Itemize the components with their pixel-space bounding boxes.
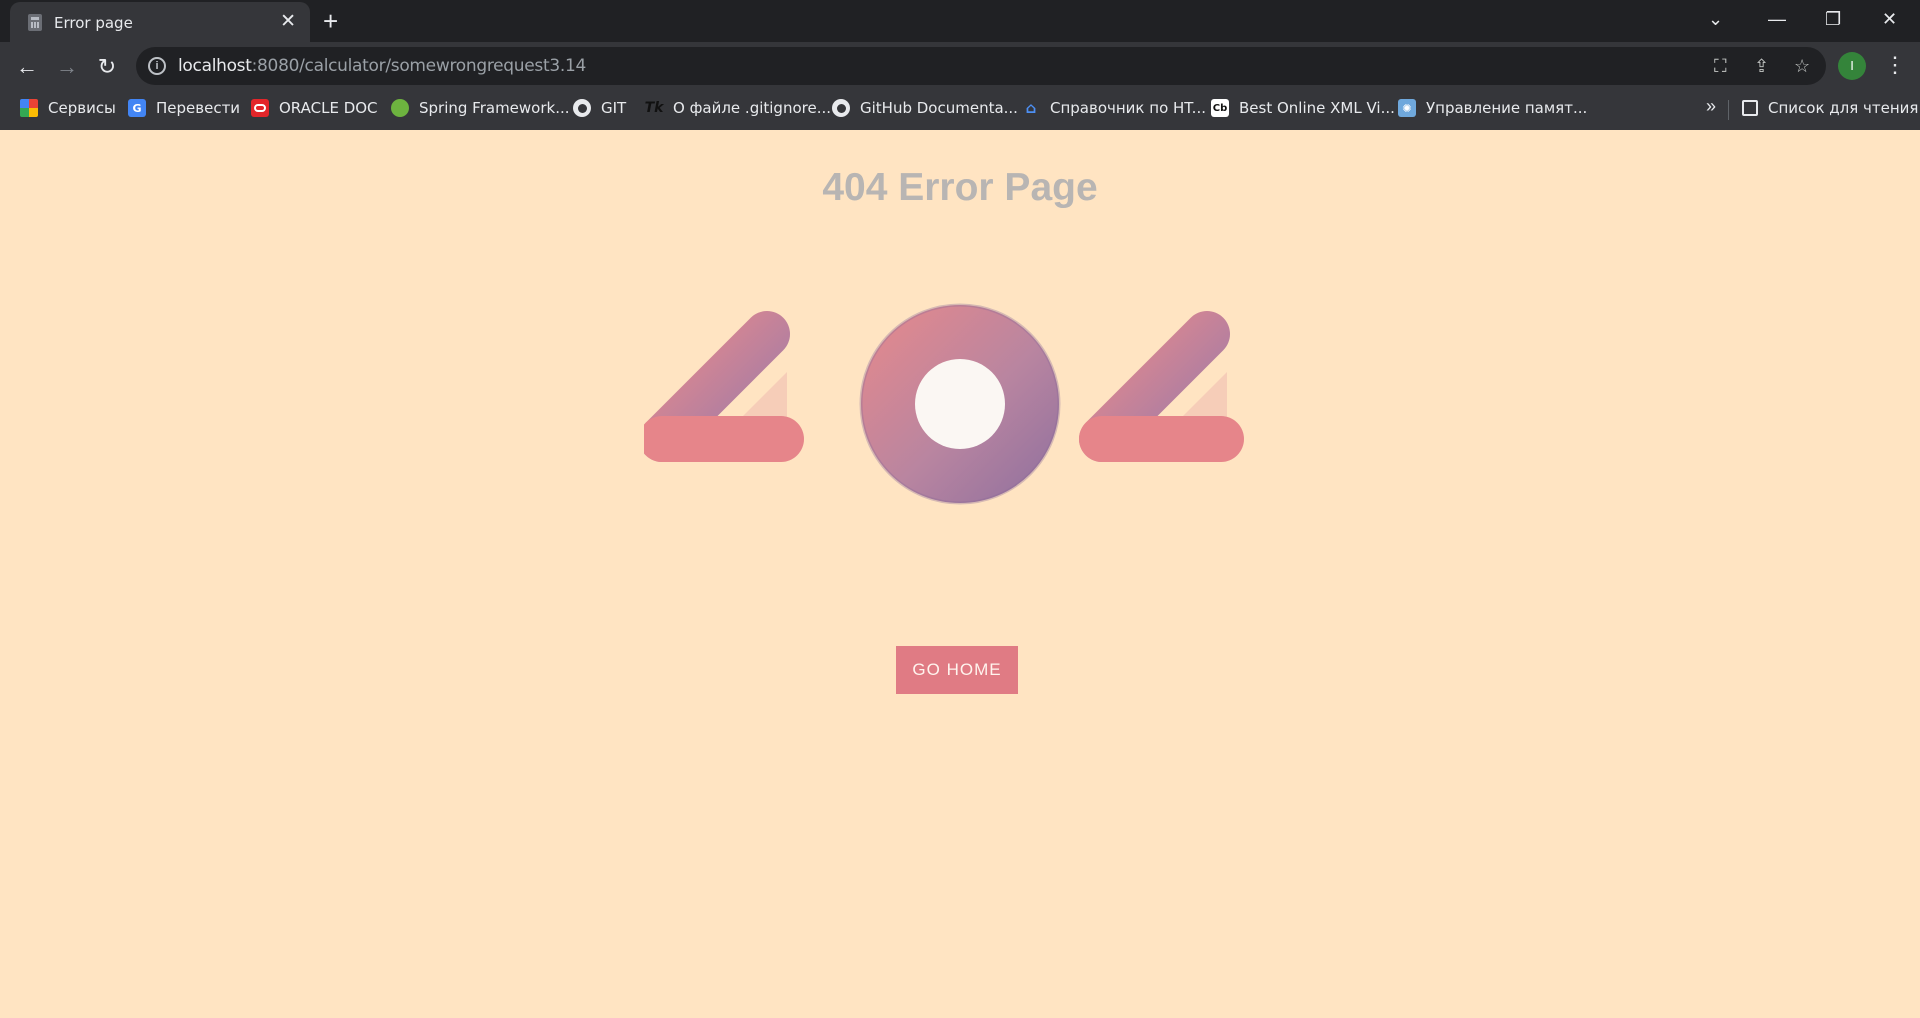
- reading-list-icon: [1742, 100, 1758, 116]
- url-text[interactable]: localhost:8080/calculator/somewrongreque…: [178, 56, 586, 76]
- tab-title: Error page: [54, 14, 133, 32]
- profile-avatar[interactable]: I: [1838, 52, 1866, 80]
- close-window-icon[interactable]: ✕: [1882, 7, 1897, 31]
- bookmark-gitignore[interactable]: Tk О файле .gitignore...: [645, 96, 831, 120]
- bookmark-spravochnik[interactable]: ⌂ Справочник по HT...: [1022, 96, 1206, 120]
- bookmark-oracle-doc[interactable]: ORACLE DOC: [251, 96, 378, 120]
- google-translate-icon: G: [128, 99, 146, 117]
- page-title: 404 Error Page: [822, 166, 1098, 209]
- 404-illustration: 4 0 4: [644, 298, 1244, 505]
- bookmark-label: GitHub Documenta...: [860, 99, 1018, 117]
- tk-icon: Tk: [644, 100, 664, 116]
- bookmark-spring[interactable]: Spring Framework...: [391, 96, 570, 120]
- more-bookmarks-icon[interactable]: »: [1706, 96, 1716, 117]
- oracle-icon: [251, 99, 269, 117]
- bookmark-xml-viewer[interactable]: Cb Best Online XML Vi...: [1211, 96, 1395, 120]
- address-bar[interactable]: i localhost:8080/calculator/somewrongreq…: [136, 47, 1826, 85]
- restore-icon[interactable]: ❐: [1825, 7, 1841, 31]
- bookmark-memory[interactable]: ✺ Управление памят...: [1398, 96, 1587, 120]
- bookmark-label: ORACLE DOC: [279, 99, 378, 117]
- bookmark-label: О файле .gitignore...: [673, 99, 832, 117]
- bookmark-github-docs[interactable]: GitHub Documenta...: [832, 96, 1018, 120]
- bookmarks-bar: Сервисы G Перевести ORACLE DOC Spring Fr…: [0, 90, 1920, 126]
- reading-list-button[interactable]: Список для чтения: [1742, 96, 1918, 120]
- bookmark-git[interactable]: GIT: [573, 96, 626, 120]
- forward-arrow-icon[interactable]: →: [52, 52, 82, 82]
- browser-menu-dots-icon[interactable]: ⋮: [1884, 50, 1906, 80]
- bookmark-label: GIT: [601, 99, 627, 117]
- digit-four-left: [644, 310, 804, 501]
- tab-search-chevron-icon[interactable]: ⌄: [1708, 7, 1723, 31]
- digit-four-right: [1079, 310, 1244, 501]
- reading-list-label: Список для чтения: [1768, 99, 1919, 117]
- bookmark-label: Spring Framework...: [419, 99, 570, 117]
- close-tab-icon[interactable]: ✕: [280, 12, 296, 32]
- reload-icon[interactable]: ↻: [92, 52, 122, 82]
- back-arrow-icon[interactable]: ←: [12, 52, 42, 82]
- cb-icon: Cb: [1211, 99, 1229, 117]
- site-info-icon[interactable]: i: [148, 57, 166, 75]
- bookmark-label: Управление памят...: [1426, 99, 1588, 117]
- url-host: localhost: [178, 56, 252, 76]
- spring-leaf-icon: [391, 99, 409, 117]
- github-icon: [832, 99, 850, 117]
- house-icon: ⌂: [1025, 99, 1037, 117]
- browser-tab[interactable]: Error page ✕: [10, 2, 310, 42]
- bookmark-star-icon[interactable]: ☆: [1794, 55, 1810, 77]
- github-icon: [573, 99, 591, 117]
- bookmark-label: Справочник по HT...: [1050, 99, 1206, 117]
- bookmarks-divider: [1728, 100, 1729, 120]
- apps-grid-icon: [20, 99, 38, 117]
- new-tab-plus-icon[interactable]: +: [323, 6, 338, 36]
- tab-strip: Error page ✕ + ⌄ — ❐ ✕: [0, 0, 1920, 42]
- url-path: :8080/calculator/somewrongrequest3.14: [251, 56, 587, 76]
- go-home-button[interactable]: GO HOME: [896, 646, 1018, 694]
- bookmark-servisy[interactable]: Сервисы: [20, 96, 116, 120]
- bookmark-label: Перевести: [156, 99, 241, 117]
- bookmark-label: Сервисы: [48, 99, 116, 117]
- bookmark-label: Best Online XML Vi...: [1239, 99, 1395, 117]
- minimize-icon[interactable]: —: [1768, 7, 1786, 31]
- calculator-favicon-icon: [28, 14, 42, 31]
- digit-zero: [859, 303, 1061, 505]
- share-icon[interactable]: ⇪: [1754, 55, 1769, 77]
- page-content: 404 Error Page 4 0 4 GO HOME: [0, 130, 1920, 1018]
- bookmark-perevesti[interactable]: G Перевести: [128, 96, 240, 120]
- gear-sparkle-icon: ✺: [1398, 99, 1416, 117]
- digit-text-3: 4: [644, 298, 645, 299]
- translate-icon[interactable]: ⛶: [1714, 55, 1727, 77]
- browser-toolbar: ← → ↻ i localhost:8080/calculator/somewr…: [0, 42, 1920, 130]
